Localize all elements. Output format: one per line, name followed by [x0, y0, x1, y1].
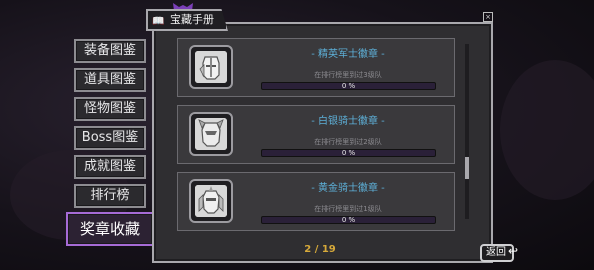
medal-title: - 黄金骑士徽章 -	[311, 183, 385, 194]
medal-title: - 白银骑士徽章 -	[311, 116, 385, 127]
tab-bosses[interactable]: Boss图鉴	[74, 126, 146, 150]
progress-label: 0 %	[341, 82, 356, 90]
knight-helmet-icon	[195, 51, 227, 83]
knight-helmet-icon	[195, 118, 227, 150]
medal-icon-frame	[189, 45, 233, 89]
progress-label: 0 %	[341, 149, 356, 157]
background-shape	[500, 60, 594, 200]
panel-title: 📖 宝藏手册	[146, 9, 228, 31]
medal-description: 在排行榜里到过2级队	[314, 138, 382, 146]
tab-monsters[interactable]: 怪物图鉴	[74, 97, 146, 121]
progress-bar: 0 %	[261, 82, 436, 90]
knight-helmet-icon	[195, 185, 227, 217]
progress-bar: 0 %	[261, 149, 436, 157]
tab-items[interactable]: 道具图鉴	[74, 68, 146, 92]
medal-description: 在排行榜里到过1级队	[314, 205, 382, 213]
back-arrow-icon: ↩	[507, 244, 518, 258]
book-icon: 📖	[152, 16, 165, 27]
list-item[interactable]: - 精英军士徽章 - 在排行榜里到过3级队 0 %	[177, 38, 455, 97]
scrollbar-thumb[interactable]	[465, 157, 469, 179]
scrollbar[interactable]	[465, 44, 469, 219]
tab-medal-collection[interactable]: 奖章收藏	[66, 212, 154, 246]
back-label: 返回	[486, 247, 506, 258]
list-item[interactable]: - 黄金骑士徽章 - 在排行榜里到过1级队 0 %	[177, 172, 455, 231]
progress-label: 0 %	[341, 216, 356, 224]
tab-leaderboard[interactable]: 排行榜	[74, 184, 146, 208]
medal-icon-frame	[189, 112, 233, 156]
medal-icon-frame	[189, 179, 233, 223]
tab-achievements[interactable]: 成就图鉴	[74, 155, 146, 179]
tab-equipment[interactable]: 装备图鉴	[74, 39, 146, 63]
close-icon[interactable]: ×	[483, 12, 493, 22]
progress-bar: 0 %	[261, 216, 436, 224]
back-button[interactable]: 返回 ↩	[480, 244, 518, 262]
list-item[interactable]: - 白银骑士徽章 - 在排行榜里到过2级队 0 %	[177, 105, 455, 164]
medal-title: - 精英军士徽章 -	[311, 49, 385, 60]
medal-description: 在排行榜里到过3级队	[314, 71, 382, 79]
page-indicator: 2 / 19	[304, 244, 336, 255]
